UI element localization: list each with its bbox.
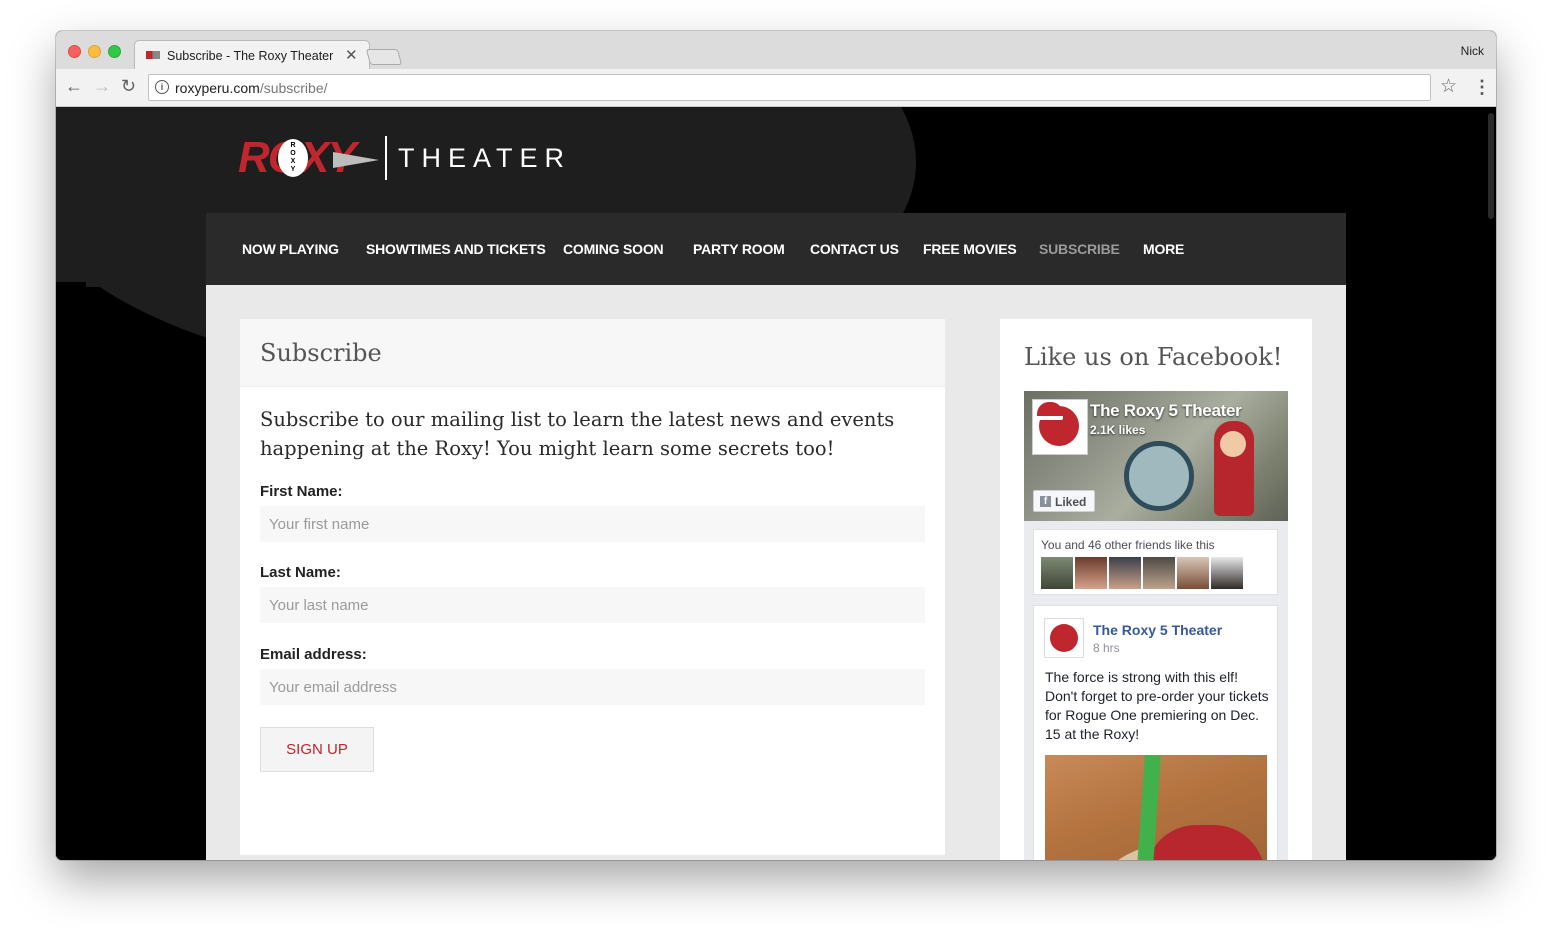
page-title: Subscribe <box>260 339 382 367</box>
nav-item-showtimes[interactable]: SHOWTIMES AND TICKETS <box>366 241 546 257</box>
logo-theater-text: THEATER <box>398 143 572 173</box>
post-author[interactable]: The Roxy 5 Theater <box>1093 622 1222 638</box>
minimize-window-button[interactable] <box>88 45 101 58</box>
intro-text: Subscribe to our mailing list to learn t… <box>260 408 895 460</box>
post-image[interactable] <box>1045 755 1267 860</box>
facebook-cover-photo[interactable]: The Roxy 5 Theater 2.1K likes f Liked <box>1024 391 1288 521</box>
facebook-page-name[interactable]: The Roxy 5 Theater <box>1090 401 1242 421</box>
friend-avatar[interactable] <box>1177 557 1209 589</box>
post-text: The force is strong with this elf! Don't… <box>1045 669 1269 742</box>
friend-avatar[interactable] <box>1211 557 1243 589</box>
elf-face-image <box>1220 431 1246 457</box>
url-text[interactable]: roxyperu.com/subscribe/ <box>175 80 328 96</box>
friend-avatar[interactable] <box>1075 557 1107 589</box>
facebook-page-avatar[interactable] <box>1032 399 1088 455</box>
facebook-sidebar: Like us on Facebook! The Roxy 5 Theater … <box>1000 319 1312 860</box>
logo-blade <box>333 152 379 168</box>
santa-hat-image <box>1145 825 1265 860</box>
url-host: roxyperu.com <box>175 80 260 96</box>
facebook-widget: The Roxy 5 Theater 2.1K likes f Liked Yo… <box>1024 391 1288 860</box>
post-timestamp[interactable]: 8 hrs <box>1093 641 1120 655</box>
nav-item-subscribe[interactable]: SUBSCRIBE <box>1039 241 1120 257</box>
avatar-logo <box>1050 624 1078 652</box>
first-name-label: First Name: <box>260 483 343 500</box>
tab-title: Subscribe - The Roxy Theater <box>167 49 334 63</box>
nav-item-party-room[interactable]: PARTY ROOM <box>693 241 785 257</box>
last-name-field[interactable] <box>260 587 925 623</box>
nav-item-coming-soon[interactable]: COMING SOON <box>563 241 664 257</box>
nav-item-free-movies[interactable]: FREE MOVIES <box>923 241 1017 257</box>
reload-icon[interactable]: ↻ <box>121 77 136 95</box>
friend-avatar[interactable] <box>1143 557 1175 589</box>
forward-arrow-icon[interactable]: → <box>93 77 111 95</box>
card-header: Subscribe <box>240 319 945 387</box>
friend-avatar[interactable] <box>1109 557 1141 589</box>
facebook-icon: f <box>1040 496 1051 507</box>
site-container: NOW PLAYING SHOWTIMES AND TICKETS COMING… <box>206 213 1346 860</box>
subscribe-card: Subscribe Subscribe to our mailing list … <box>240 319 945 855</box>
profile-name[interactable]: Nick <box>1461 44 1484 58</box>
close-icon[interactable]: ✕ <box>345 46 358 64</box>
star-icon[interactable]: ☆ <box>1440 77 1457 96</box>
first-name-field[interactable] <box>260 506 925 542</box>
info-icon[interactable]: i <box>155 80 169 94</box>
browser-tab[interactable]: Subscribe - The Roxy Theater ✕ <box>134 40 370 70</box>
nav-item-contact-us[interactable]: CONTACT US <box>810 241 899 257</box>
logo-divider <box>385 136 387 180</box>
sidebar-title: Like us on Facebook! <box>1024 343 1283 371</box>
facebook-likes-count: 2.1K likes <box>1090 423 1146 437</box>
santa-hat-icon <box>1037 402 1063 420</box>
email-label: Email address: <box>260 646 367 663</box>
zoom-window-button[interactable] <box>108 45 121 58</box>
browser-toolbar: ← → ↻ i roxyperu.com/subscribe/ ☆ ⋮ <box>56 69 1496 107</box>
logo-small-text: R O X Y <box>290 142 296 173</box>
background-shape <box>56 182 86 282</box>
film-reel-image <box>1124 441 1194 511</box>
background-shape <box>86 207 206 287</box>
last-name-label: Last Name: <box>260 564 341 581</box>
sign-up-button[interactable]: SIGN UP <box>260 727 374 772</box>
new-tab-button[interactable] <box>365 49 403 65</box>
nav-item-now-playing[interactable]: NOW PLAYING <box>242 241 339 257</box>
friends-like-box: You and 46 other friends like this <box>1033 529 1278 595</box>
facebook-post: The Roxy 5 Theater 8 hrs The force is st… <box>1033 605 1278 860</box>
close-window-button[interactable] <box>68 45 81 58</box>
nav-item-more[interactable]: MORE <box>1143 241 1184 257</box>
scrollbar-thumb[interactable] <box>1488 113 1494 219</box>
liked-button[interactable]: f Liked <box>1033 490 1095 512</box>
back-arrow-icon[interactable]: ← <box>65 77 83 95</box>
liked-label: Liked <box>1055 495 1087 509</box>
menu-icon[interactable]: ⋮ <box>1473 78 1491 96</box>
url-path: /subscribe/ <box>259 80 328 96</box>
post-avatar[interactable] <box>1044 618 1084 658</box>
page-viewport: ROXY R O X Y THEATER NOW PLAYING SHOWTIM… <box>56 107 1496 860</box>
address-bar[interactable]: i roxyperu.com/subscribe/ <box>148 74 1431 101</box>
browser-window: Subscribe - The Roxy Theater ✕ Nick ← → … <box>56 31 1496 860</box>
friends-like-text: You and 46 other friends like this <box>1041 538 1215 552</box>
tab-strip: Subscribe - The Roxy Theater ✕ Nick <box>56 31 1496 70</box>
friend-avatar[interactable] <box>1041 557 1073 589</box>
favicon-icon <box>146 51 160 59</box>
main-navigation: NOW PLAYING SHOWTIMES AND TICKETS COMING… <box>206 213 1346 285</box>
email-field[interactable] <box>260 669 925 705</box>
